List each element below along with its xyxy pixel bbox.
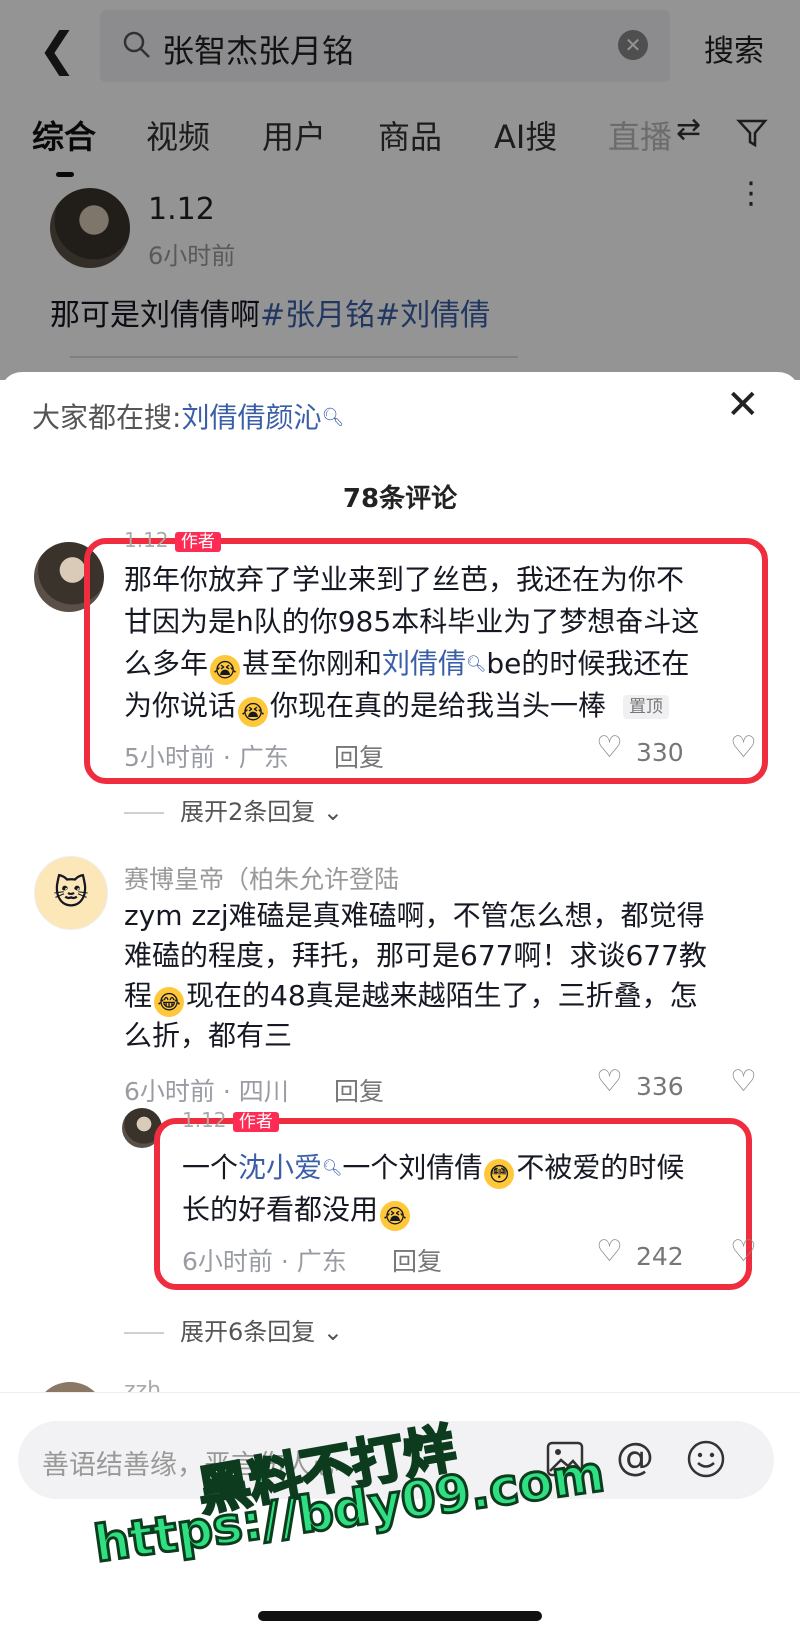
reply-text-part: 长的好看都没用	[182, 1193, 379, 1226]
comment-count: 78条评论	[342, 484, 458, 514]
comment-text-part: 你现在真的是给我当头一棒	[270, 689, 607, 722]
reply-text-part: 不被爱的时候	[516, 1151, 685, 1184]
comment-text-line: 么多年 😭︎ 甚至你刚和刘倩倩🔍︎be的时候我还在	[124, 644, 689, 685]
comment-text-part: 程	[124, 979, 153, 1012]
reply-author-row: 1.12 作者	[182, 1108, 279, 1133]
crying-emoji-icon: 😭︎	[380, 1201, 411, 1231]
search-small-icon: 🔍︎	[466, 654, 487, 673]
like-count: 242	[636, 1242, 684, 1271]
comment-search-link[interactable]: 刘倩倩	[382, 647, 466, 680]
expand-replies-label[interactable]: 展开2条回复	[180, 798, 315, 826]
comment-text-line: 程 😂︎ 现在的48真是越来越陌生了，三折叠，怎	[124, 976, 698, 1017]
comment-text-part: be的时候我还在	[486, 647, 690, 680]
flushed-emoji-icon: 😳︎	[484, 1159, 515, 1189]
comment-text-part: 现在的48真是越来越陌生了，三折叠，怎	[186, 979, 698, 1012]
reply-button[interactable]: 回复	[334, 738, 384, 774]
crying-emoji-icon: 😭︎	[210, 655, 241, 685]
comment-text-line: zym zzj难磕是真难磕啊，不管怎么想，都觉得	[124, 899, 705, 932]
close-icon[interactable]: ✕	[726, 382, 760, 428]
comment-text-line: 么折，都有三	[124, 1019, 293, 1052]
comment-text-line: 甘因为是h队的你985本科毕业为了梦想奋斗这	[124, 605, 700, 638]
like-count: 336	[636, 1072, 684, 1101]
comment-author-name[interactable]: 赛博皇帝（柏朱允许登陆	[124, 860, 399, 896]
comment-avatar[interactable]: 🐱︎	[34, 856, 108, 930]
comment-text-part: 么多年	[124, 647, 209, 680]
reply-button[interactable]: 回复	[392, 1242, 442, 1278]
heart-icon[interactable]: ♡	[596, 1234, 623, 1269]
comment-text-line: 为你说话 😭︎ 你现在真的是给我当头一棒 置顶	[124, 686, 669, 727]
expand-replies-label[interactable]: 展开6条回复	[180, 1318, 315, 1346]
reply-text-line: 长的好看都没用 😭︎	[182, 1190, 412, 1231]
everyone-searching-term[interactable]: 刘倩倩颜沁	[181, 401, 321, 434]
divider	[124, 1332, 164, 1334]
comment-author-row: 1.12 作者	[124, 528, 221, 553]
heart-icon[interactable]: ♡	[596, 730, 623, 765]
search-small-icon: 🔍︎	[322, 1158, 343, 1177]
chevron-down-icon: ⌄	[322, 1318, 344, 1346]
everyone-searching: 大家都在搜:刘倩倩颜沁🔍︎	[32, 398, 344, 438]
pinned-badge: 置顶	[622, 695, 669, 719]
dislike-icon[interactable]: ♡	[730, 1234, 757, 1269]
search-small-icon: 🔍︎	[321, 407, 345, 428]
reply-text-part: 一个	[182, 1151, 239, 1184]
emoji-icon[interactable]	[686, 1439, 726, 1479]
overlay-dim[interactable]	[0, 0, 800, 380]
chevron-down-icon: ⌄	[322, 798, 344, 826]
at-icon[interactable]: @	[616, 1435, 654, 1479]
everyone-searching-label: 大家都在搜:	[32, 401, 182, 434]
comment-text-line: 那年你放弃了学业来到了丝芭，我还在为你不	[124, 563, 685, 596]
expand-replies[interactable]: 展开2条回复 ⌄	[124, 792, 343, 827]
comment-text-part: 甚至你刚和	[242, 647, 383, 680]
laughing-crying-emoji-icon: 😂︎	[154, 987, 185, 1017]
comment-text-line: 难磕的程度，拜托，那可是677啊！求谈677教	[124, 939, 707, 972]
comment-text-part: 为你说话	[124, 689, 237, 722]
heart-icon[interactable]: ♡	[596, 1064, 623, 1099]
reply-text-part: 一个刘倩倩	[342, 1151, 483, 1184]
comment-meta: 5小时前 · 广东	[124, 743, 289, 772]
dislike-icon[interactable]: ♡	[730, 1064, 757, 1099]
expand-replies[interactable]: 展开6条回复 ⌄	[124, 1312, 343, 1347]
author-badge: 作者	[174, 532, 221, 552]
crying-emoji-icon: 😭︎	[238, 697, 269, 727]
dislike-icon[interactable]: ♡	[730, 730, 757, 765]
reply-text-line: 一个沈小爱🔍︎一个刘倩倩 😳︎ 不被爱的时候	[182, 1148, 684, 1189]
reply-search-link[interactable]: 沈小爱	[238, 1151, 322, 1184]
reply-button[interactable]: 回复	[334, 1072, 384, 1108]
home-indicator	[258, 1611, 542, 1621]
reply-author-name[interactable]: 1.12	[182, 1108, 227, 1132]
reply-meta: 6小时前 · 广东	[182, 1247, 347, 1276]
comment-meta: 6小时前 · 四川	[124, 1077, 289, 1106]
author-badge: 作者	[232, 1112, 279, 1132]
divider	[124, 812, 164, 814]
like-count: 330	[636, 738, 684, 767]
comment-author-name[interactable]: 1.12	[124, 528, 169, 552]
